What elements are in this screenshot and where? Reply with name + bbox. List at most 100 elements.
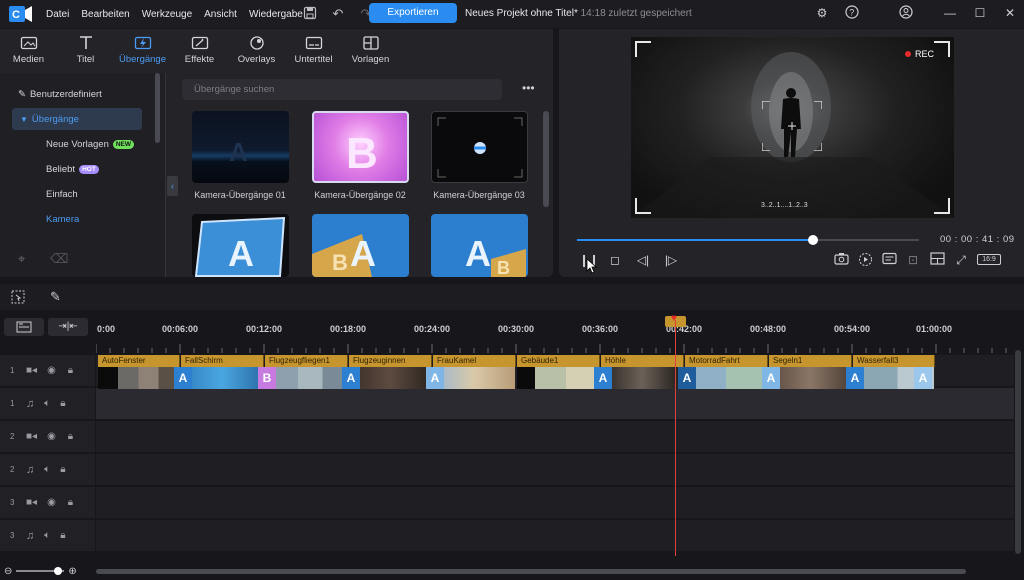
lock-icon[interactable]: 🔒︎ bbox=[68, 365, 73, 376]
thumb-kamera-uebergaenge-02[interactable]: B bbox=[312, 111, 409, 183]
track-header-video-1[interactable]: 1 ■◂ ◉ 🔒︎ bbox=[0, 355, 95, 386]
collapse-sidebar-button[interactable]: ‹ bbox=[167, 176, 178, 196]
add-track-button[interactable] bbox=[4, 318, 44, 336]
visibility-eye-icon[interactable]: ◉ bbox=[47, 497, 56, 508]
sidebar-item-neue-vorlagen[interactable]: Neue Vorlagen NEW bbox=[46, 139, 135, 150]
zoom-slider-knob[interactable] bbox=[54, 567, 63, 575]
transition-marker[interactable]: A bbox=[174, 367, 192, 389]
thumb-kamera-uebergaenge-03[interactable] bbox=[431, 111, 528, 183]
zoom-frame-icon[interactable]: ⊡ bbox=[905, 252, 921, 268]
subtitle-toggle-icon[interactable] bbox=[881, 252, 897, 268]
track-header-audio-2[interactable]: 2 ♫ 🔈︎ 🔒︎ bbox=[0, 454, 95, 485]
fullscreen-icon[interactable]: ⤢ bbox=[953, 252, 969, 268]
clip-fallschirm[interactable]: FallSchirm bbox=[181, 355, 264, 367]
time-ruler[interactable]: 0:00 00:06:00 00:12:00 00:18:00 00:24:00… bbox=[96, 324, 1014, 354]
search-input[interactable]: Übergänge suchen bbox=[182, 79, 502, 100]
track-header-video-3[interactable]: 3 ■◂ ◉ 🔒︎ bbox=[0, 487, 95, 518]
snapshot-camera-icon[interactable] bbox=[833, 252, 849, 268]
sidebar-item-kamera[interactable]: Kamera bbox=[46, 214, 79, 225]
sidebar-section-uebergaenge[interactable]: ▼ Übergänge bbox=[20, 114, 79, 125]
track-header-video-2[interactable]: 2 ■◂ ◉ 🔒︎ bbox=[0, 421, 95, 452]
lock-icon[interactable]: 🔒︎ bbox=[60, 530, 65, 541]
timeline-vertical-scrollbar[interactable] bbox=[1015, 350, 1021, 554]
thumb-kamera-uebergaenge-01[interactable]: A bbox=[192, 111, 289, 183]
transition-marker[interactable]: A bbox=[914, 367, 932, 389]
tab-titel[interactable]: Titel bbox=[57, 29, 114, 71]
clip-flugzeugfliegen1[interactable]: Flugzeugfliegen1 bbox=[265, 355, 348, 367]
lock-icon[interactable]: 🔒︎ bbox=[60, 398, 65, 409]
thumb-transition-05[interactable]: BA bbox=[312, 214, 409, 277]
speaker-icon[interactable]: 🔈︎ bbox=[44, 530, 50, 541]
select-tool-icon[interactable] bbox=[10, 289, 26, 305]
sidebar-item-beliebt[interactable]: Beliebt HOT bbox=[46, 164, 99, 175]
speaker-icon[interactable]: 🔈︎ bbox=[44, 464, 50, 475]
draw-pen-icon[interactable]: ✎ bbox=[50, 289, 66, 305]
maximize-icon[interactable]: ☐ bbox=[972, 5, 988, 21]
transition-marker[interactable]: A bbox=[678, 367, 696, 389]
transition-marker[interactable]: A bbox=[846, 367, 864, 389]
menu-wiedergabe[interactable]: Wiedergabe bbox=[249, 9, 303, 20]
audio-track-1[interactable] bbox=[96, 388, 1014, 419]
clip-flugzeuginnen[interactable]: Flugzeuginnen bbox=[349, 355, 432, 367]
stop-icon[interactable]: ◻ bbox=[607, 252, 623, 268]
sidebar-item-einfach[interactable]: Einfach bbox=[46, 189, 78, 200]
track-header-audio-1[interactable]: 1 ♫ 🔈︎ 🔒︎ bbox=[0, 388, 95, 419]
undo-icon[interactable]: ↶ bbox=[330, 6, 346, 22]
export-button[interactable]: Exportieren bbox=[369, 3, 457, 23]
lock-icon[interactable]: 🔒︎ bbox=[60, 464, 65, 475]
menu-bearbeiten[interactable]: Bearbeiten bbox=[81, 9, 129, 20]
sidebar-scrollbar[interactable] bbox=[155, 73, 160, 143]
tab-vorlagen[interactable]: Vorlagen bbox=[342, 29, 399, 71]
playhead[interactable] bbox=[675, 320, 676, 556]
zoom-in-icon[interactable]: ⊕ bbox=[68, 566, 76, 577]
aspect-ratio-button[interactable]: 16:9 bbox=[977, 254, 1001, 265]
video-track-3[interactable] bbox=[96, 487, 1014, 518]
menu-werkzeuge[interactable]: Werkzeuge bbox=[142, 9, 192, 20]
visibility-eye-icon[interactable]: ◉ bbox=[47, 431, 56, 442]
track-header-audio-3[interactable]: 3 ♫ 🔈︎ 🔒︎ bbox=[0, 520, 95, 551]
thumb-transition-06[interactable]: AB bbox=[431, 214, 528, 277]
playback-progress[interactable] bbox=[577, 235, 919, 245]
save-icon[interactable] bbox=[302, 6, 318, 22]
tab-untertitel[interactable]: Untertitel bbox=[285, 29, 342, 71]
transition-marker[interactable]: A bbox=[342, 367, 360, 389]
clip-hoehle[interactable]: Höhle bbox=[601, 355, 684, 367]
more-options-icon[interactable]: ••• bbox=[522, 81, 535, 95]
lock-icon[interactable]: 🔒︎ bbox=[68, 497, 73, 508]
lock-icon[interactable]: 🔒︎ bbox=[68, 431, 73, 442]
tab-effekte[interactable]: Effekte bbox=[171, 29, 228, 71]
thumb-transition-04[interactable]: A bbox=[192, 214, 289, 277]
preview-video[interactable]: REC 3..2..1....1..2..3 bbox=[631, 37, 954, 218]
audio-track-2[interactable] bbox=[96, 454, 1014, 485]
transition-marker[interactable]: A bbox=[426, 367, 444, 389]
layout-icon[interactable] bbox=[929, 252, 945, 268]
audio-track-3[interactable] bbox=[96, 520, 1014, 551]
playback-speed-icon[interactable] bbox=[857, 252, 873, 268]
transition-marker[interactable]: B bbox=[258, 367, 276, 389]
minimize-icon[interactable]: — bbox=[942, 5, 958, 21]
clip-segeln1[interactable]: Segeln1 bbox=[769, 355, 852, 367]
tab-medien[interactable]: Medien bbox=[0, 29, 57, 71]
remove-icon[interactable]: ⌫ bbox=[50, 251, 68, 267]
settings-gear-icon[interactable]: ⚙ bbox=[814, 5, 830, 21]
video-track-2[interactable] bbox=[96, 421, 1014, 452]
zoom-out-icon[interactable]: ⊖ bbox=[4, 566, 12, 577]
sidebar-item-benutzerdefiniert[interactable]: ✎ Benutzerdefiniert bbox=[18, 89, 102, 100]
clip-motorradfahrt[interactable]: MotorradFahrt bbox=[685, 355, 768, 367]
clip-autofenster[interactable]: AutoFenster bbox=[98, 355, 180, 367]
timeline-horizontal-scrollbar[interactable] bbox=[96, 569, 966, 574]
tab-overlays[interactable]: Overlays bbox=[228, 29, 285, 71]
next-frame-icon[interactable]: |▷ bbox=[663, 252, 679, 268]
account-icon[interactable] bbox=[898, 5, 914, 21]
add-favorite-icon[interactable]: ⌖ bbox=[18, 251, 25, 267]
transition-marker[interactable]: A bbox=[594, 367, 612, 389]
zoom-slider[interactable] bbox=[16, 567, 65, 575]
grid-scrollbar[interactable] bbox=[543, 111, 549, 207]
previous-frame-icon[interactable]: ◁| bbox=[635, 252, 651, 268]
fit-timeline-icon[interactable]: ⇥|⇤ bbox=[48, 318, 88, 336]
transition-marker[interactable]: A bbox=[762, 367, 780, 389]
tab-uebergaenge[interactable]: Übergänge bbox=[114, 29, 171, 71]
clip-wasserfall3[interactable]: Wasserfall3 bbox=[853, 355, 935, 367]
visibility-eye-icon[interactable]: ◉ bbox=[47, 365, 56, 376]
clip-gebaeude1[interactable]: Gebäude1 bbox=[517, 355, 600, 367]
